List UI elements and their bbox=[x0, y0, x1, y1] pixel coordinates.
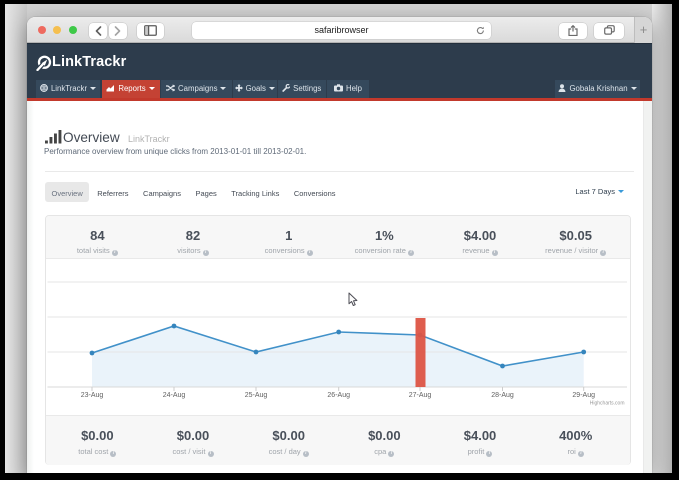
svg-text:26-Aug: 26-Aug bbox=[327, 392, 350, 399]
svg-text:28-Aug: 28-Aug bbox=[491, 392, 514, 399]
svg-text:29-Aug: 29-Aug bbox=[572, 392, 595, 399]
svg-text:23-Aug: 23-Aug bbox=[81, 392, 104, 399]
svg-text:25-Aug: 25-Aug bbox=[245, 392, 268, 399]
svg-text:27-Aug: 27-Aug bbox=[409, 392, 432, 399]
svg-text:24-Aug: 24-Aug bbox=[163, 392, 186, 399]
svg-text:Highcharts.com: Highcharts.com bbox=[590, 401, 625, 407]
